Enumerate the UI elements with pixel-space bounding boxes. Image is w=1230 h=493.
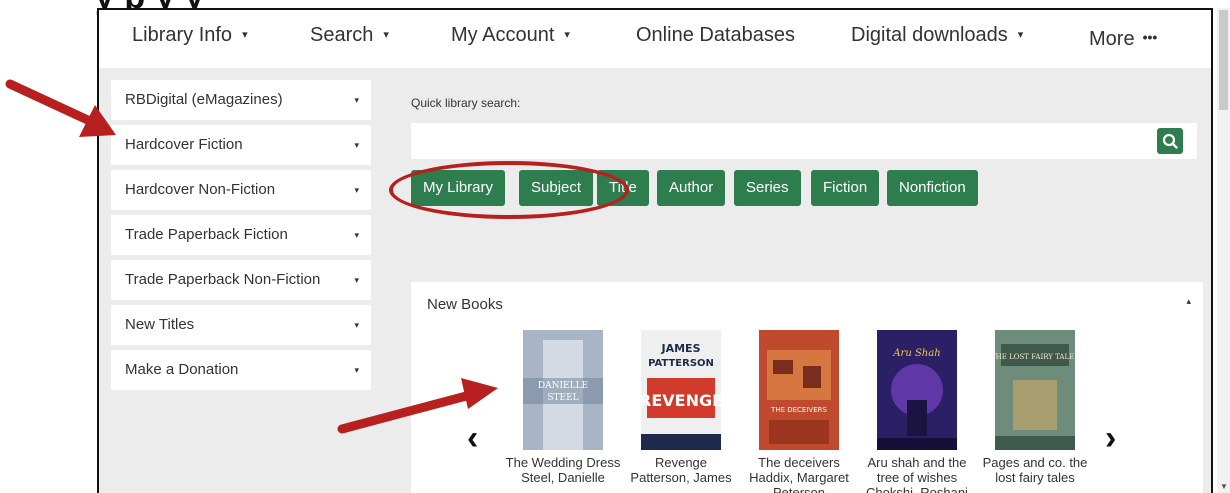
arrow-annotation-bottom <box>337 378 498 434</box>
annotation-arrows <box>5 79 498 434</box>
arrow-annotation-top <box>5 79 116 137</box>
